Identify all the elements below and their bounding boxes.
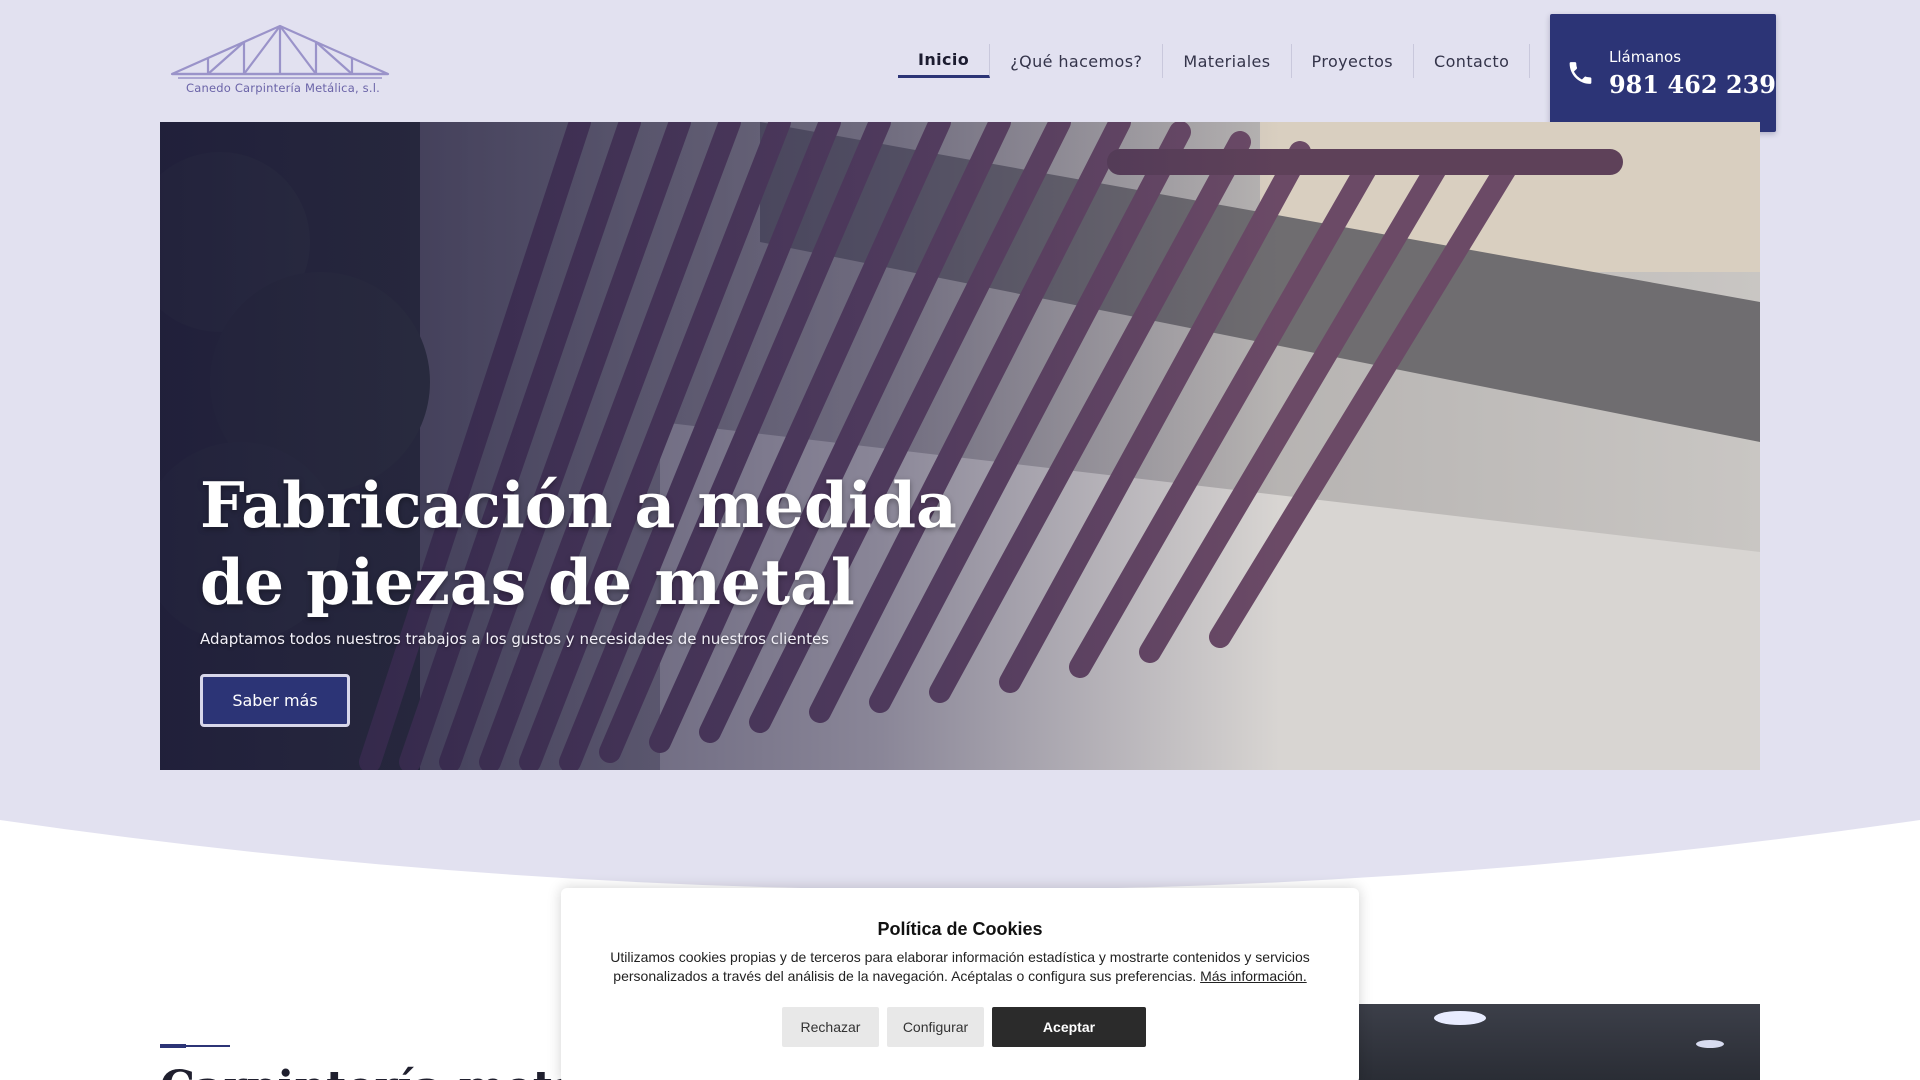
truss-logo-icon — [170, 24, 390, 79]
call-label: Llámanos — [1608, 47, 1682, 66]
site-header: Canedo Carpintería Metálica, s.l. Inicio… — [0, 0, 1920, 132]
nav-item-que-hacemos[interactable]: ¿Qué hacemos? — [990, 44, 1164, 78]
cookie-buttons: Rechazar Configurar Aceptar — [561, 1007, 1359, 1047]
hero-banner: Fabricación a medida de piezas de metal … — [160, 122, 1760, 770]
cookie-banner: Política de Cookies Utilizamos cookies p… — [561, 888, 1359, 1080]
accept-cookies-button[interactable]: Aceptar — [992, 1007, 1146, 1047]
phone-number[interactable]: 981 462 239 — [1609, 70, 1776, 99]
accent-bar — [160, 1044, 186, 1048]
main-nav: Inicio ¿Qué hacemos? Materiales Proyecto… — [898, 44, 1531, 78]
nav-item-inicio[interactable]: Inicio — [898, 44, 991, 78]
nav-item-materiales[interactable]: Materiales — [1163, 44, 1292, 78]
configure-cookies-button[interactable]: Configurar — [887, 1007, 984, 1047]
nav-item-contacto[interactable]: Contacto — [1414, 44, 1531, 78]
more-info-link[interactable]: Más información. — [1200, 968, 1307, 984]
phone-icon — [1569, 62, 1592, 84]
reject-cookies-button[interactable]: Rechazar — [782, 1007, 879, 1047]
cookie-text: Utilizamos cookies propias y de terceros… — [600, 948, 1320, 986]
call-text: Llámanos 981 462 239 — [1609, 48, 1776, 99]
nav-item-proyectos[interactable]: Proyectos — [1292, 44, 1415, 78]
saber-mas-button[interactable]: Saber más — [200, 674, 350, 727]
accent-line — [186, 1045, 230, 1047]
company-logo[interactable]: Canedo Carpintería Metálica, s.l. — [168, 22, 392, 100]
hero-fence-photo — [160, 122, 1760, 770]
call-button[interactable]: Llámanos 981 462 239 — [1550, 14, 1776, 132]
cookie-title: Política de Cookies — [877, 919, 1043, 939]
hero-subtitle: Adaptamos todos nuestros trabajos a los … — [200, 630, 829, 648]
hero-title: Fabricación a medida de piezas de metal — [200, 468, 957, 619]
heading-accent — [160, 1044, 230, 1048]
logo-text: Canedo Carpintería Metálica, s.l. — [186, 81, 380, 95]
